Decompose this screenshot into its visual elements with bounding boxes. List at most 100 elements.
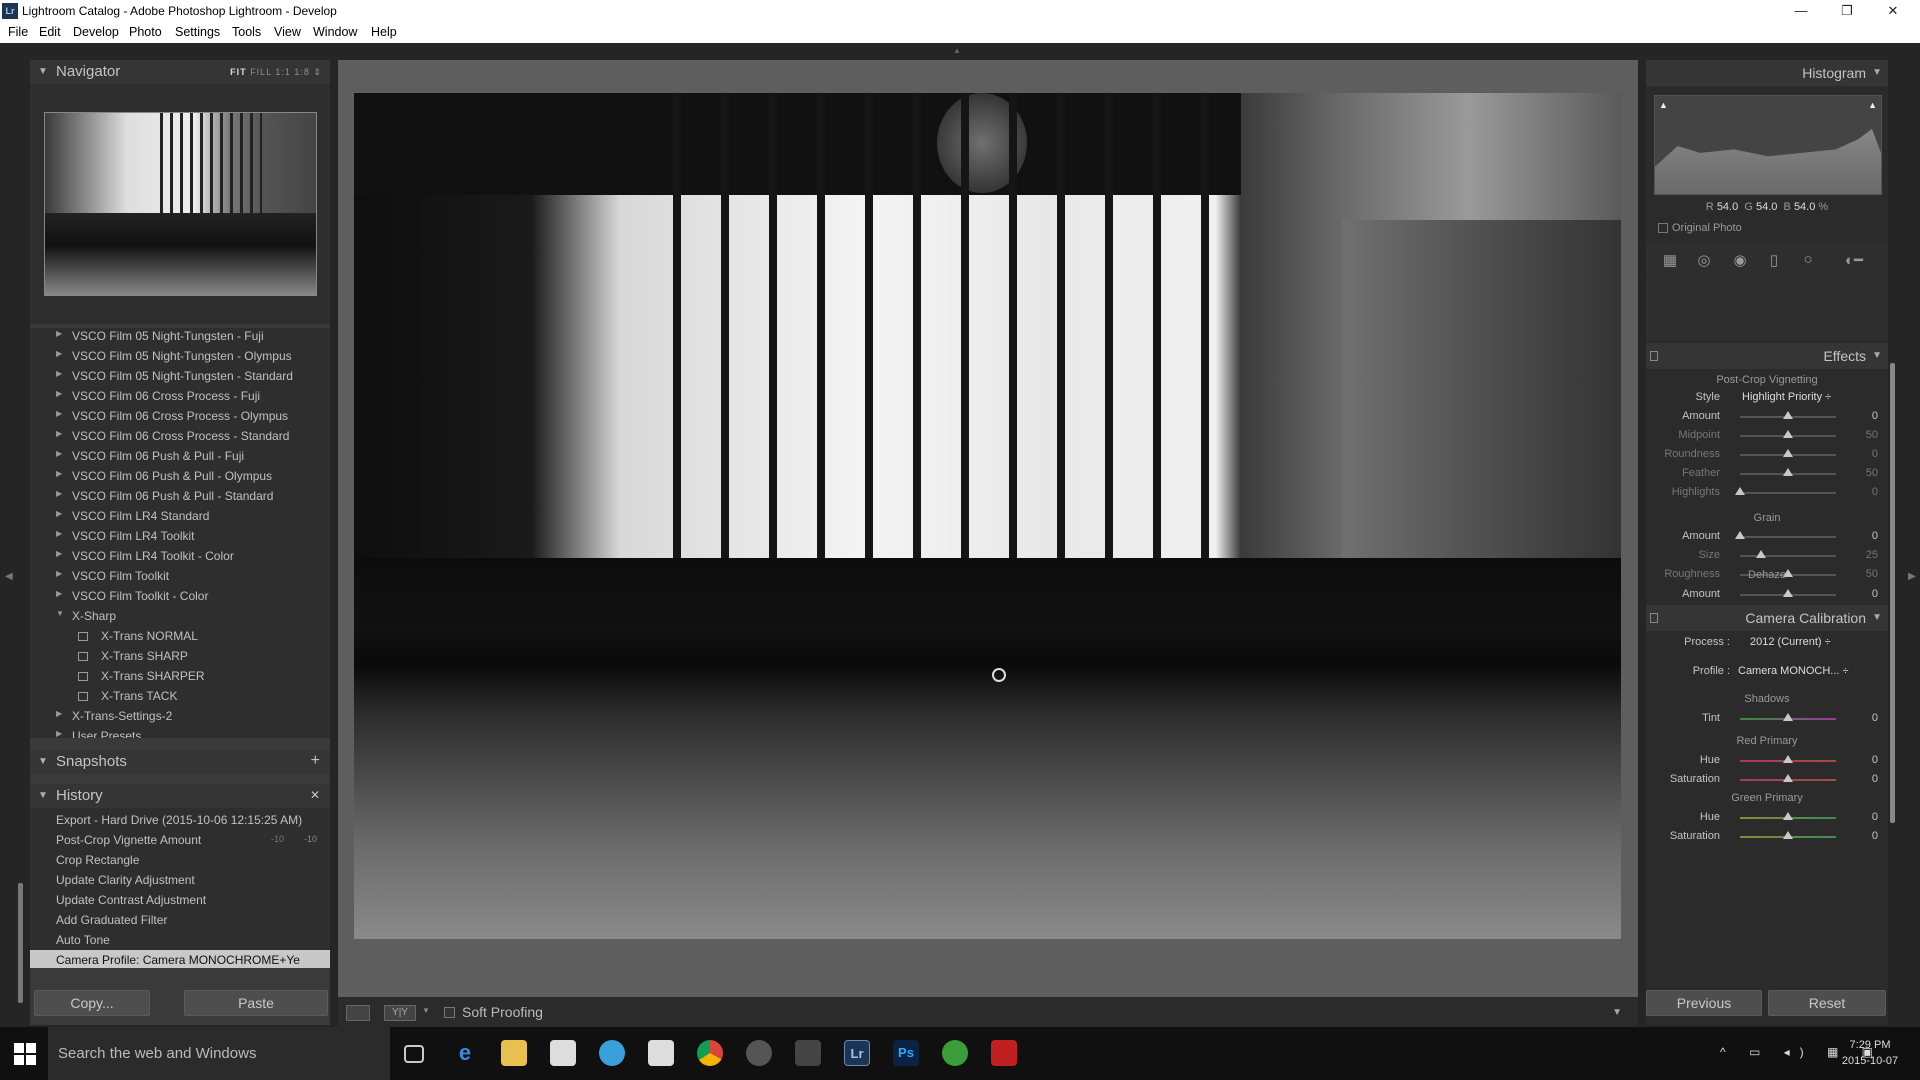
- app-green-icon[interactable]: [942, 1040, 968, 1066]
- slider-value[interactable]: 50: [1866, 429, 1878, 441]
- maximize-button[interactable]: ❐: [1824, 0, 1870, 22]
- slider-thumb[interactable]: [1783, 774, 1793, 782]
- edge-icon[interactable]: e: [452, 1040, 478, 1066]
- slider-value[interactable]: 0: [1872, 448, 1878, 460]
- style-select[interactable]: Highlight Priority ÷: [1742, 391, 1831, 403]
- collapsed-triangle-icon[interactable]: ▶: [56, 429, 62, 438]
- left-scrollbar[interactable]: [18, 883, 23, 1003]
- menu-settings[interactable]: Settings: [175, 25, 220, 39]
- taskbar-search-box[interactable]: Search the web and Windows: [48, 1027, 390, 1080]
- process-select[interactable]: 2012 (Current) ÷: [1750, 636, 1831, 648]
- slider-value[interactable]: 50: [1866, 467, 1878, 479]
- original-photo-checkbox[interactable]: Original Photo: [1658, 222, 1742, 234]
- preset-item[interactable]: X-Trans TACK: [30, 686, 330, 706]
- preset-folder[interactable]: ▶ VSCO Film 05 Night-Tungsten - Olympus: [30, 346, 330, 366]
- slider-thumb[interactable]: [1783, 812, 1793, 820]
- preset-item[interactable]: X-Trans SHARP: [30, 646, 330, 666]
- navigator-preview[interactable]: [44, 112, 317, 296]
- history-item[interactable]: Crop Rectangle: [30, 850, 330, 870]
- collapsed-triangle-icon[interactable]: ▶: [56, 589, 62, 598]
- store-icon[interactable]: [550, 1040, 576, 1066]
- slider-value[interactable]: 0: [1872, 754, 1878, 766]
- histogram-header[interactable]: Histogram ▼: [1646, 60, 1888, 86]
- add-snapshot-icon[interactable]: +: [311, 752, 320, 770]
- collapsed-triangle-icon[interactable]: ▶: [56, 509, 62, 518]
- red-eye-icon[interactable]: ◉: [1730, 251, 1750, 269]
- slider-track[interactable]: [1740, 492, 1836, 494]
- menu-photo[interactable]: Photo: [129, 25, 162, 39]
- right-panel-toggle-icon[interactable]: ▶: [1908, 571, 1916, 582]
- slider-track[interactable]: [1740, 555, 1836, 557]
- collapsed-triangle-icon[interactable]: ▶: [56, 469, 62, 478]
- slider-value[interactable]: 0: [1872, 773, 1878, 785]
- collapsed-triangle-icon[interactable]: ▶: [56, 529, 62, 538]
- effects-header[interactable]: Effects ▼: [1646, 343, 1888, 369]
- collapsed-triangle-icon[interactable]: ▶: [56, 489, 62, 498]
- preset-folder[interactable]: ▶ VSCO Film 06 Cross Process - Olympus: [30, 406, 330, 426]
- panel-switch-icon[interactable]: [1650, 351, 1658, 361]
- zoom-1-8[interactable]: 1:8: [294, 67, 310, 77]
- slider-thumb[interactable]: [1783, 831, 1793, 839]
- lightroom-taskbar-icon[interactable]: Lr: [844, 1040, 870, 1066]
- slider-value[interactable]: 0: [1872, 712, 1878, 724]
- slider-value[interactable]: 0: [1872, 486, 1878, 498]
- preset-folder[interactable]: ▶ VSCO Film Toolkit: [30, 566, 330, 586]
- preset-folder[interactable]: ▶ VSCO Film Toolkit - Color: [30, 586, 330, 606]
- preset-folder[interactable]: ▶ VSCO Film 05 Night-Tungsten - Standard: [30, 366, 330, 386]
- paste-button[interactable]: Paste: [184, 990, 328, 1016]
- preset-item[interactable]: X-Trans NORMAL: [30, 626, 330, 646]
- adjustment-brush-icon[interactable]: ◐━: [1836, 251, 1872, 269]
- start-button[interactable]: [14, 1043, 36, 1065]
- app-red-icon[interactable]: [991, 1040, 1017, 1066]
- slider-value[interactable]: 25: [1866, 549, 1878, 561]
- task-view-icon[interactable]: [404, 1045, 424, 1063]
- preset-folder[interactable]: ▶ VSCO Film LR4 Toolkit: [30, 526, 330, 546]
- collapsed-triangle-icon[interactable]: ▶: [56, 329, 62, 338]
- preset-folder[interactable]: ▶ VSCO Film 06 Push & Pull - Olympus: [30, 466, 330, 486]
- zoom-1-1[interactable]: 1:1: [275, 67, 291, 77]
- collapsed-triangle-icon[interactable]: ▶: [56, 549, 62, 558]
- preset-folder[interactable]: ▶ X-Trans-Settings-2: [30, 706, 330, 726]
- slider-thumb[interactable]: [1783, 589, 1793, 597]
- snapshots-header[interactable]: ▼ Snapshots +: [30, 750, 330, 774]
- loupe-view-icon[interactable]: [346, 1005, 370, 1021]
- preset-folder[interactable]: ▶ User Presets: [30, 726, 330, 738]
- top-panel-toggle-icon[interactable]: ▲: [953, 46, 967, 55]
- panel-switch-icon[interactable]: [1650, 613, 1658, 623]
- steam-icon[interactable]: [746, 1040, 772, 1066]
- close-button[interactable]: ✕: [1870, 0, 1916, 22]
- app-spy-icon[interactable]: [795, 1040, 821, 1066]
- clear-history-icon[interactable]: ✕: [310, 788, 320, 802]
- preset-folder[interactable]: ▶ VSCO Film 06 Push & Pull - Standard: [30, 486, 330, 506]
- minimize-button[interactable]: —: [1778, 0, 1824, 22]
- menu-edit[interactable]: Edit: [39, 25, 61, 39]
- radial-filter-icon[interactable]: ○: [1798, 251, 1818, 269]
- graduated-filter-icon[interactable]: ▯: [1764, 251, 1784, 269]
- reset-button[interactable]: Reset: [1768, 990, 1886, 1016]
- slider-value[interactable]: 0: [1872, 811, 1878, 823]
- slider-value[interactable]: 0: [1872, 830, 1878, 842]
- preset-item[interactable]: X-Trans SHARPER: [30, 666, 330, 686]
- history-item[interactable]: Update Clarity Adjustment: [30, 870, 330, 890]
- right-scrollbar[interactable]: [1890, 363, 1895, 823]
- slider-thumb[interactable]: [1783, 755, 1793, 763]
- slider-thumb[interactable]: [1783, 430, 1793, 438]
- preset-folder[interactable]: ▼ X-Sharp: [30, 606, 330, 626]
- taskbar-clock[interactable]: 7:29 PM 2015-10-07: [1830, 1037, 1910, 1069]
- highlight-clipping-icon[interactable]: ▲: [1868, 100, 1877, 110]
- spot-removal-icon[interactable]: ◎: [1694, 251, 1714, 269]
- slider-thumb[interactable]: [1735, 531, 1745, 539]
- app-blue-icon[interactable]: [599, 1040, 625, 1066]
- crop-overlay-icon[interactable]: ▦: [1660, 251, 1680, 269]
- collapsed-triangle-icon[interactable]: ▶: [56, 369, 62, 378]
- history-item[interactable]: Camera Profile: Camera MONOCHROME+Ye FIL…: [30, 950, 330, 968]
- menu-develop[interactable]: Develop: [73, 25, 119, 39]
- preset-folder[interactable]: ▶ VSCO Film LR4 Toolkit - Color: [30, 546, 330, 566]
- collapsed-triangle-icon[interactable]: ▶: [56, 729, 62, 738]
- slider-thumb[interactable]: [1783, 468, 1793, 476]
- slider-thumb[interactable]: [1783, 411, 1793, 419]
- preset-folder[interactable]: ▶ VSCO Film 06 Cross Process - Standard: [30, 426, 330, 446]
- menu-tools[interactable]: Tools: [232, 25, 261, 39]
- shadow-clipping-icon[interactable]: ▲: [1659, 100, 1668, 110]
- slider-track[interactable]: [1740, 536, 1836, 538]
